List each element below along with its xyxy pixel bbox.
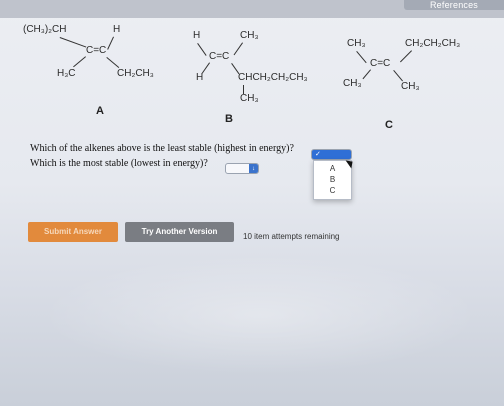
screen-glare xyxy=(40,255,480,375)
molecule-b-top-right: CH₃ xyxy=(240,30,259,41)
attempts-remaining-text: 10 item attempts remaining xyxy=(243,232,340,241)
molecule-a-bottom-right: CH₂CH₃ xyxy=(117,68,154,79)
dropdown-arrow-icon: ↓ xyxy=(249,164,258,173)
option-a[interactable]: A xyxy=(314,164,351,173)
bond-line xyxy=(201,62,210,74)
option-b[interactable]: B xyxy=(314,175,351,184)
bond-line xyxy=(73,56,86,68)
most-stable-select[interactable]: ↓ xyxy=(225,163,259,174)
option-c[interactable]: C xyxy=(314,186,351,195)
molecule-b-top-left: H xyxy=(193,30,201,41)
question-most-stable: Which is the most stable (lowest in ener… xyxy=(30,158,208,169)
molecule-b-label: B xyxy=(225,113,233,125)
molecule-a-center: C=C xyxy=(86,45,107,56)
least-stable-options: A B C xyxy=(313,160,352,200)
molecule-c-bottom-left: CH₃ xyxy=(343,78,362,89)
least-stable-select[interactable]: ✓ xyxy=(311,149,352,160)
try-another-version-button[interactable]: Try Another Version xyxy=(125,222,234,242)
bond-line xyxy=(399,50,412,63)
references-tab[interactable]: References xyxy=(404,0,504,10)
bond-line xyxy=(356,51,367,64)
bond-line xyxy=(362,69,371,80)
molecule-a-bottom-left: H₃C xyxy=(57,68,76,79)
top-bar: References xyxy=(0,0,504,18)
molecule-a-top-right: H xyxy=(113,24,121,35)
molecule-b-center: C=C xyxy=(209,51,230,62)
submit-answer-button[interactable]: Submit Answer xyxy=(28,222,118,242)
molecule-c-label: C xyxy=(385,119,393,131)
check-icon: ✓ xyxy=(315,151,321,158)
bond-line xyxy=(106,57,120,69)
bond-line xyxy=(107,36,114,50)
bond-line xyxy=(393,70,403,82)
molecule-a-top-left: (CH₃)₂CH xyxy=(23,24,67,35)
molecule-c-top-left: CH₃ xyxy=(347,38,366,49)
bond-line xyxy=(233,42,243,56)
question-least-stable: Which of the alkenes above is the least … xyxy=(30,143,294,154)
bond-line xyxy=(59,37,87,48)
molecule-b-branch: CH₃ xyxy=(240,93,259,104)
molecule-c-top-right: CH₂CH₂CH₃ xyxy=(405,38,461,49)
molecule-b-bottom-right: CHCH₂CH₂CH₃ xyxy=(238,72,308,83)
molecule-c-bottom-right: CH₃ xyxy=(401,81,420,92)
molecule-a-label: A xyxy=(96,105,104,117)
molecule-c-center: C=C xyxy=(370,58,391,69)
bond-line xyxy=(197,43,207,56)
bond-line xyxy=(243,85,244,94)
bond-line xyxy=(231,63,240,75)
